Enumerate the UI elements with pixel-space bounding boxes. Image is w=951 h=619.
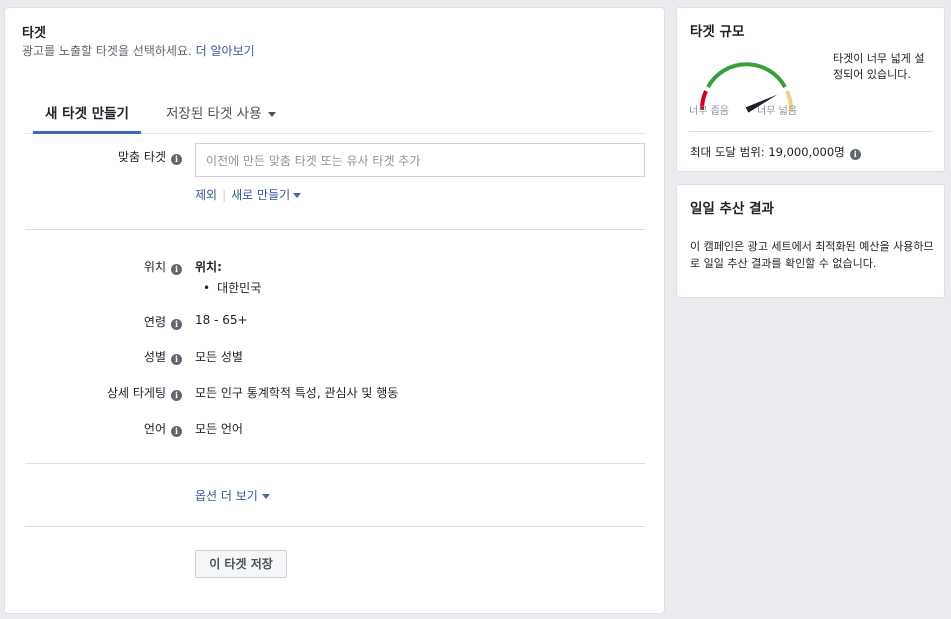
section-divider	[25, 463, 645, 464]
info-icon[interactable]: i	[171, 426, 182, 437]
daily-results-message: 이 캠페인은 광고 세트에서 최적화된 예산을 사용하므로 일일 추산 결과를 …	[690, 240, 934, 270]
location-heading: 위치:	[195, 260, 222, 274]
link-separator: |	[222, 188, 227, 202]
audience-tabs: 새 타겟 만들기 저장된 타겟 사용	[25, 98, 645, 134]
age-label: 연령 i	[144, 313, 182, 330]
save-audience-button[interactable]: 이 타겟 저장	[195, 550, 287, 578]
learn-more-link[interactable]: 더 알아보기	[196, 44, 255, 58]
language-value[interactable]: 모든 언어	[195, 420, 243, 437]
daily-results-title: 일일 추산 결과	[690, 201, 774, 217]
location-label: 위치 i	[144, 258, 182, 275]
gauge-mid-segment	[706, 62, 787, 88]
info-icon[interactable]: i	[171, 354, 182, 365]
daily-results-panel: 일일 추산 결과 이 캠페인은 광고 세트에서 최적화된 예산을 사용하므로 일…	[676, 184, 945, 298]
custom-audience-actions: 제외 | 새로 만들기	[195, 186, 302, 203]
caret-down-icon	[267, 111, 276, 117]
audience-panel: 타겟 광고를 노출할 타겟을 선택하세요. 더 알아보기 새 타겟 만들기 저장…	[4, 7, 665, 614]
audience-size-title: 타겟 규모	[690, 24, 745, 40]
detailed-targeting-label: 상세 타게팅 i	[107, 384, 182, 401]
more-options-link[interactable]: 옵션 더 보기	[195, 487, 270, 504]
info-icon[interactable]: i	[849, 149, 861, 160]
language-label: 언어 i	[144, 420, 182, 437]
section-divider	[25, 526, 645, 527]
custom-audience-label: 맞춤 타겟 i	[118, 148, 182, 165]
location-value[interactable]: 위치: 대한민국	[195, 258, 261, 296]
info-icon[interactable]: i	[171, 319, 182, 330]
tab-saved-audience[interactable]: 저장된 타겟 사용	[166, 102, 276, 134]
potential-reach: 최대 도달 범위: 19,000,000명 i	[690, 144, 861, 160]
panel-subtitle: 광고를 노출할 타겟을 선택하세요. 더 알아보기	[22, 44, 255, 58]
gauge-narrow-label: 너무 좁음	[689, 106, 729, 117]
age-value[interactable]: 18 - 65+	[195, 313, 248, 327]
audience-size-panel: 타겟 규모 너무 좁음 너무 넓음 타겟이 너무 넓게 설정되어 있습니다. 최…	[676, 7, 945, 172]
gender-value[interactable]: 모든 성별	[195, 348, 243, 365]
audience-size-message: 타겟이 너무 넓게 설정되어 있습니다.	[833, 52, 925, 81]
tab-new-audience[interactable]: 새 타겟 만들기	[33, 102, 141, 134]
gauge-broad-label: 너무 넓음	[757, 106, 797, 117]
info-icon[interactable]: i	[171, 154, 182, 165]
info-icon[interactable]: i	[171, 264, 182, 275]
info-icon[interactable]: i	[171, 390, 182, 401]
detailed-targeting-value[interactable]: 모든 인구 통계학적 특성, 관심사 및 행동	[195, 384, 398, 401]
caret-down-icon	[261, 494, 270, 499]
custom-audience-input[interactable]: 이전에 만든 맞춤 타겟 또는 유사 타겟 추가	[195, 143, 645, 177]
create-new-link[interactable]: 새로 만들기	[231, 188, 302, 202]
section-divider	[25, 229, 645, 230]
caret-down-icon	[293, 193, 302, 198]
panel-title: 타겟	[22, 26, 46, 41]
location-item: 대한민국	[203, 279, 261, 296]
panel-divider	[689, 131, 933, 132]
gender-label: 성별 i	[144, 348, 182, 365]
exclude-link[interactable]: 제외	[195, 188, 217, 202]
